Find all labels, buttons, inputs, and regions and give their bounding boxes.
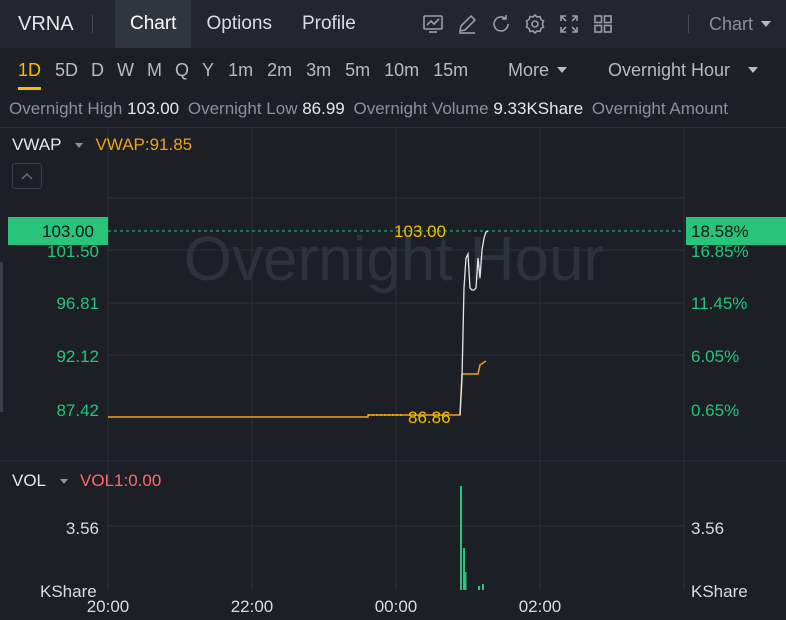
y-right-tick: 11.45% <box>691 294 747 313</box>
volume-bar <box>465 572 467 590</box>
chevron-down-icon <box>748 67 759 73</box>
current-price-tag-text: 103.00 <box>42 222 94 241</box>
header-separator <box>92 15 93 33</box>
period-5m[interactable]: 5m <box>345 48 370 92</box>
draw-pen-icon[interactable] <box>450 0 484 48</box>
overnight-volume-value: 9.33KShare <box>493 99 584 118</box>
chevron-down-icon[interactable] <box>75 142 84 148</box>
y-right-tick: 16.85% <box>691 242 749 261</box>
period-w[interactable]: W <box>117 48 134 92</box>
chart-grid <box>0 128 786 590</box>
period-m[interactable]: M <box>147 48 162 92</box>
session-high-label: 103.00 <box>394 222 446 241</box>
volume-bar <box>460 486 462 590</box>
refresh-icon[interactable] <box>484 0 518 48</box>
period-10m[interactable]: 10m <box>384 48 419 92</box>
chart-type-dropdown[interactable]: Chart <box>688 0 772 48</box>
toolbar-separator <box>688 15 689 33</box>
left-scrollbar[interactable] <box>0 262 3 412</box>
vol-right-tick: 3.56 <box>691 519 724 538</box>
volume-bar <box>478 586 480 590</box>
volume-bars <box>460 486 484 590</box>
period-2m[interactable]: 2m <box>267 48 292 92</box>
y-left-tick: 92.12 <box>56 347 99 366</box>
vol-indicator-row: VOL VOL1:0.00 <box>12 469 161 493</box>
period-1m[interactable]: 1m <box>228 48 253 92</box>
vwap-indicator-name[interactable]: VWAP <box>12 135 61 155</box>
vwap-indicator-row: VWAP VWAP:91.85 <box>12 133 192 157</box>
vol-left-tick: 3.56 <box>66 519 99 538</box>
y-left-tick: 101.50 <box>47 242 99 261</box>
chevron-up-icon <box>21 172 33 180</box>
session-low-label: 86.86 <box>408 408 451 427</box>
period-y[interactable]: Y <box>202 48 214 92</box>
y-left-tick: 87.42 <box>56 401 99 420</box>
period-1d[interactable]: 1D <box>18 48 42 92</box>
volume-bar <box>482 584 484 590</box>
tab-profile[interactable]: Profile <box>287 0 371 48</box>
chart-type-label: Chart <box>709 13 754 34</box>
chevron-down-icon[interactable] <box>60 478 69 484</box>
volume-bar <box>463 548 465 590</box>
overnight-volume-label: Overnight Volume <box>353 99 489 118</box>
tab-options[interactable]: Options <box>191 0 286 48</box>
fullscreen-icon[interactable] <box>552 0 586 48</box>
x-tick: 22:00 <box>231 597 274 616</box>
current-pct-tag-text: 18.58% <box>691 222 749 241</box>
overnight-high-label: Overnight High <box>9 99 123 118</box>
overnight-low-label: Overnight Low <box>187 99 298 118</box>
top-bar: VRNA Chart Options Profile <box>0 0 786 48</box>
session-dropdown[interactable]: Overnight Hour <box>608 48 759 92</box>
chart-toolbar <box>416 0 620 48</box>
overnight-high-value: 103.00 <box>127 99 180 118</box>
session-label: Overnight Hour <box>608 59 731 80</box>
layout-grid-icon[interactable] <box>586 0 620 48</box>
more-periods-dropdown[interactable]: More <box>508 48 568 92</box>
more-label: More <box>508 59 550 80</box>
overnight-low-value: 86.99 <box>302 99 345 118</box>
price-chart[interactable]: Overnight Hour 103.00 18.58% 101.50 96.8… <box>0 128 786 620</box>
overnight-amount-label: Overnight Amount <box>591 99 728 118</box>
vol-indicator-value: VOL1:0.00 <box>80 471 162 490</box>
y-right-tick: 6.05% <box>691 347 739 366</box>
ticker-symbol: VRNA <box>18 12 74 35</box>
period-15m[interactable]: 15m <box>433 48 467 92</box>
session-stats-bar: Overnight High 103.00 Overnight Low 86.9… <box>0 92 786 126</box>
y-left-tick: 96.81 <box>56 294 99 313</box>
chevron-down-icon <box>761 21 772 27</box>
vol-right-unit: KShare <box>691 582 748 601</box>
chevron-down-icon <box>557 67 568 73</box>
vol-indicator-name[interactable]: VOL <box>12 471 46 491</box>
settings-gear-icon[interactable] <box>518 0 552 48</box>
vwap-indicator-value: VWAP:91.85 <box>95 135 193 154</box>
period-d[interactable]: D <box>91 48 104 92</box>
period-3m[interactable]: 3m <box>306 48 331 92</box>
period-5d[interactable]: 5D <box>55 48 78 92</box>
y-right-tick: 0.65% <box>691 401 739 420</box>
collapse-button[interactable] <box>12 163 42 189</box>
x-tick: 20:00 <box>87 597 130 616</box>
x-tick: 00:00 <box>375 597 418 616</box>
period-q[interactable]: Q <box>175 48 189 92</box>
chart-analysis-icon[interactable] <box>416 0 450 48</box>
x-tick: 02:00 <box>519 597 562 616</box>
tab-chart[interactable]: Chart <box>115 0 192 48</box>
